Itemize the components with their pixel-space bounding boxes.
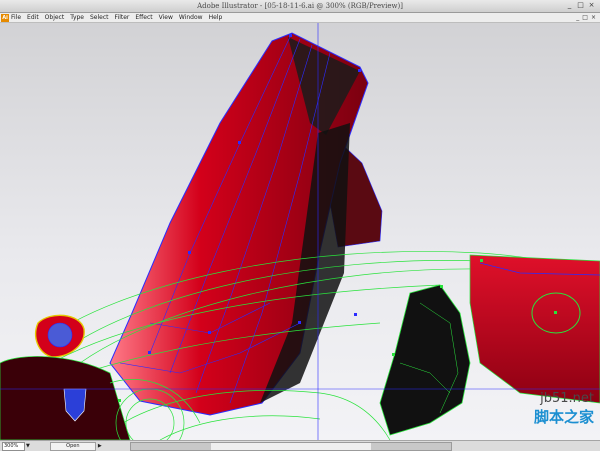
watermark-domain: jb51.net [540,391,594,406]
minimize-button[interactable]: _ [565,1,574,10]
car-body-right [469,254,600,404]
title-bar: Adobe Illustrator - [05-18-11-6.ai @ 300… [0,0,600,13]
window-controls: _ □ × [565,1,596,10]
status-menu-arrow-icon[interactable]: ▶ [98,443,102,449]
maximize-button[interactable]: □ [576,1,585,10]
doc-close-button[interactable]: × [591,13,596,22]
doc-restore-button[interactable]: □ [582,13,588,22]
illustrator-logo-icon[interactable]: Ai [1,13,9,22]
menu-edit[interactable]: Edit [27,13,39,22]
close-button[interactable]: × [587,1,596,10]
menu-type[interactable]: Type [70,13,84,22]
scrollbar-thumb[interactable] [211,443,371,450]
watermark: jb51.net 脚本之家 [534,391,594,427]
menu-file[interactable]: File [11,13,21,22]
chevron-down-icon[interactable]: ▼ [26,443,30,449]
artboard-canvas[interactable]: jb51.net 脚本之家 [0,23,600,440]
zoom-level-field[interactable]: 300% [2,441,25,451]
menu-bar: Ai File Edit Object Type Select Filter E… [0,13,600,23]
mirror-emblem [47,322,73,348]
menu-view[interactable]: View [159,13,173,22]
watermark-name: 脚本之家 [533,408,594,426]
window-title: Adobe Illustrator - [05-18-11-6.ai @ 300… [197,2,403,10]
menu-window[interactable]: Window [179,13,203,22]
status-bar: 300% ▼ Open ▶ [0,440,600,451]
document-controls: _ □ × [576,13,596,22]
menu-effect[interactable]: Effect [135,13,152,22]
menu-select[interactable]: Select [90,13,109,22]
status-text[interactable]: Open [49,441,96,451]
doc-minimize-button[interactable]: _ [576,13,579,22]
menu-help[interactable]: Help [209,13,223,22]
vector-artwork[interactable] [0,23,600,440]
menu-object[interactable]: Object [45,13,65,22]
seat [379,284,471,436]
menu-filter[interactable]: Filter [115,13,130,22]
